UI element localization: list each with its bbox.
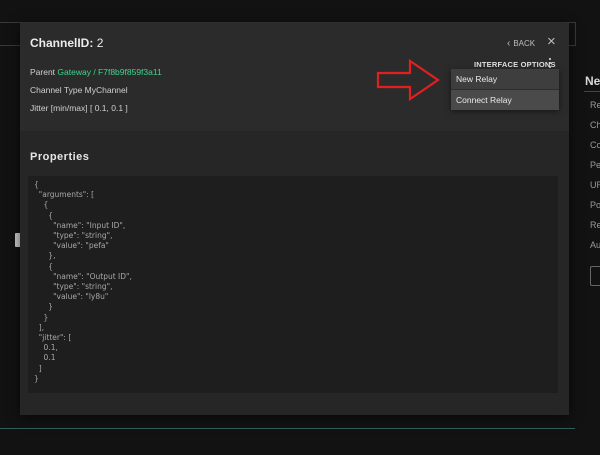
menu-item-label: New Relay	[456, 74, 498, 84]
back-button[interactable]: ‹ BACK	[507, 38, 535, 49]
menu-item-connect-relay[interactable]: Connect Relay	[451, 90, 559, 110]
side-panel-item: Au	[590, 240, 600, 250]
modal-title: ChannelID: 2	[30, 36, 103, 50]
back-label: BACK	[513, 39, 536, 48]
menu-item-new-relay[interactable]: New Relay	[451, 69, 559, 89]
side-panel-rule	[584, 91, 600, 92]
side-panel-heading: Net	[585, 74, 600, 88]
jitter-range: Jitter [min/max] [ 0.1, 0.1 ]	[30, 103, 128, 113]
close-icon[interactable]: ×	[547, 34, 556, 49]
side-panel-item: Pe	[590, 160, 600, 170]
side-panel-button[interactable]	[590, 266, 600, 286]
side-panel-item: UR	[590, 180, 600, 190]
properties-code-box: { "arguments": [ { { "name": "Input ID",…	[28, 176, 558, 393]
interface-options-button[interactable]: INTERFACE OPTIONS	[474, 60, 556, 69]
side-panel-item: Re	[590, 100, 600, 110]
parent-row: Parent Gateway / F7f8b9f859f3a11	[30, 67, 162, 77]
title-value: 2	[96, 36, 104, 50]
side-panel-item: Co	[590, 140, 600, 150]
parent-label: Parent	[30, 67, 56, 77]
channel-type: Channel Type MyChannel	[30, 85, 128, 95]
properties-title: Properties	[30, 151, 90, 163]
background-divider	[0, 428, 575, 429]
side-panel-item: Po	[590, 200, 600, 210]
red-arrow-icon	[376, 58, 440, 102]
background-side-panel: Net Re Ch Co Pe UR Po Re Au	[584, 66, 600, 296]
properties-json: { "arguments": [ { { "name": "Input ID",…	[34, 180, 132, 383]
side-panel-item: Ch	[590, 120, 600, 130]
title-label: ChannelID:	[30, 36, 94, 50]
chevron-left-icon: ‹	[507, 38, 511, 49]
side-panel-item: Re	[590, 220, 600, 230]
interface-options-menu: New Relay Connect Relay	[451, 69, 559, 110]
menu-item-label: Connect Relay	[456, 95, 512, 105]
parent-link[interactable]: Gateway / F7f8b9f859f3a11	[57, 67, 161, 77]
properties-section: Properties { "arguments": [ { { "name": …	[20, 131, 569, 415]
